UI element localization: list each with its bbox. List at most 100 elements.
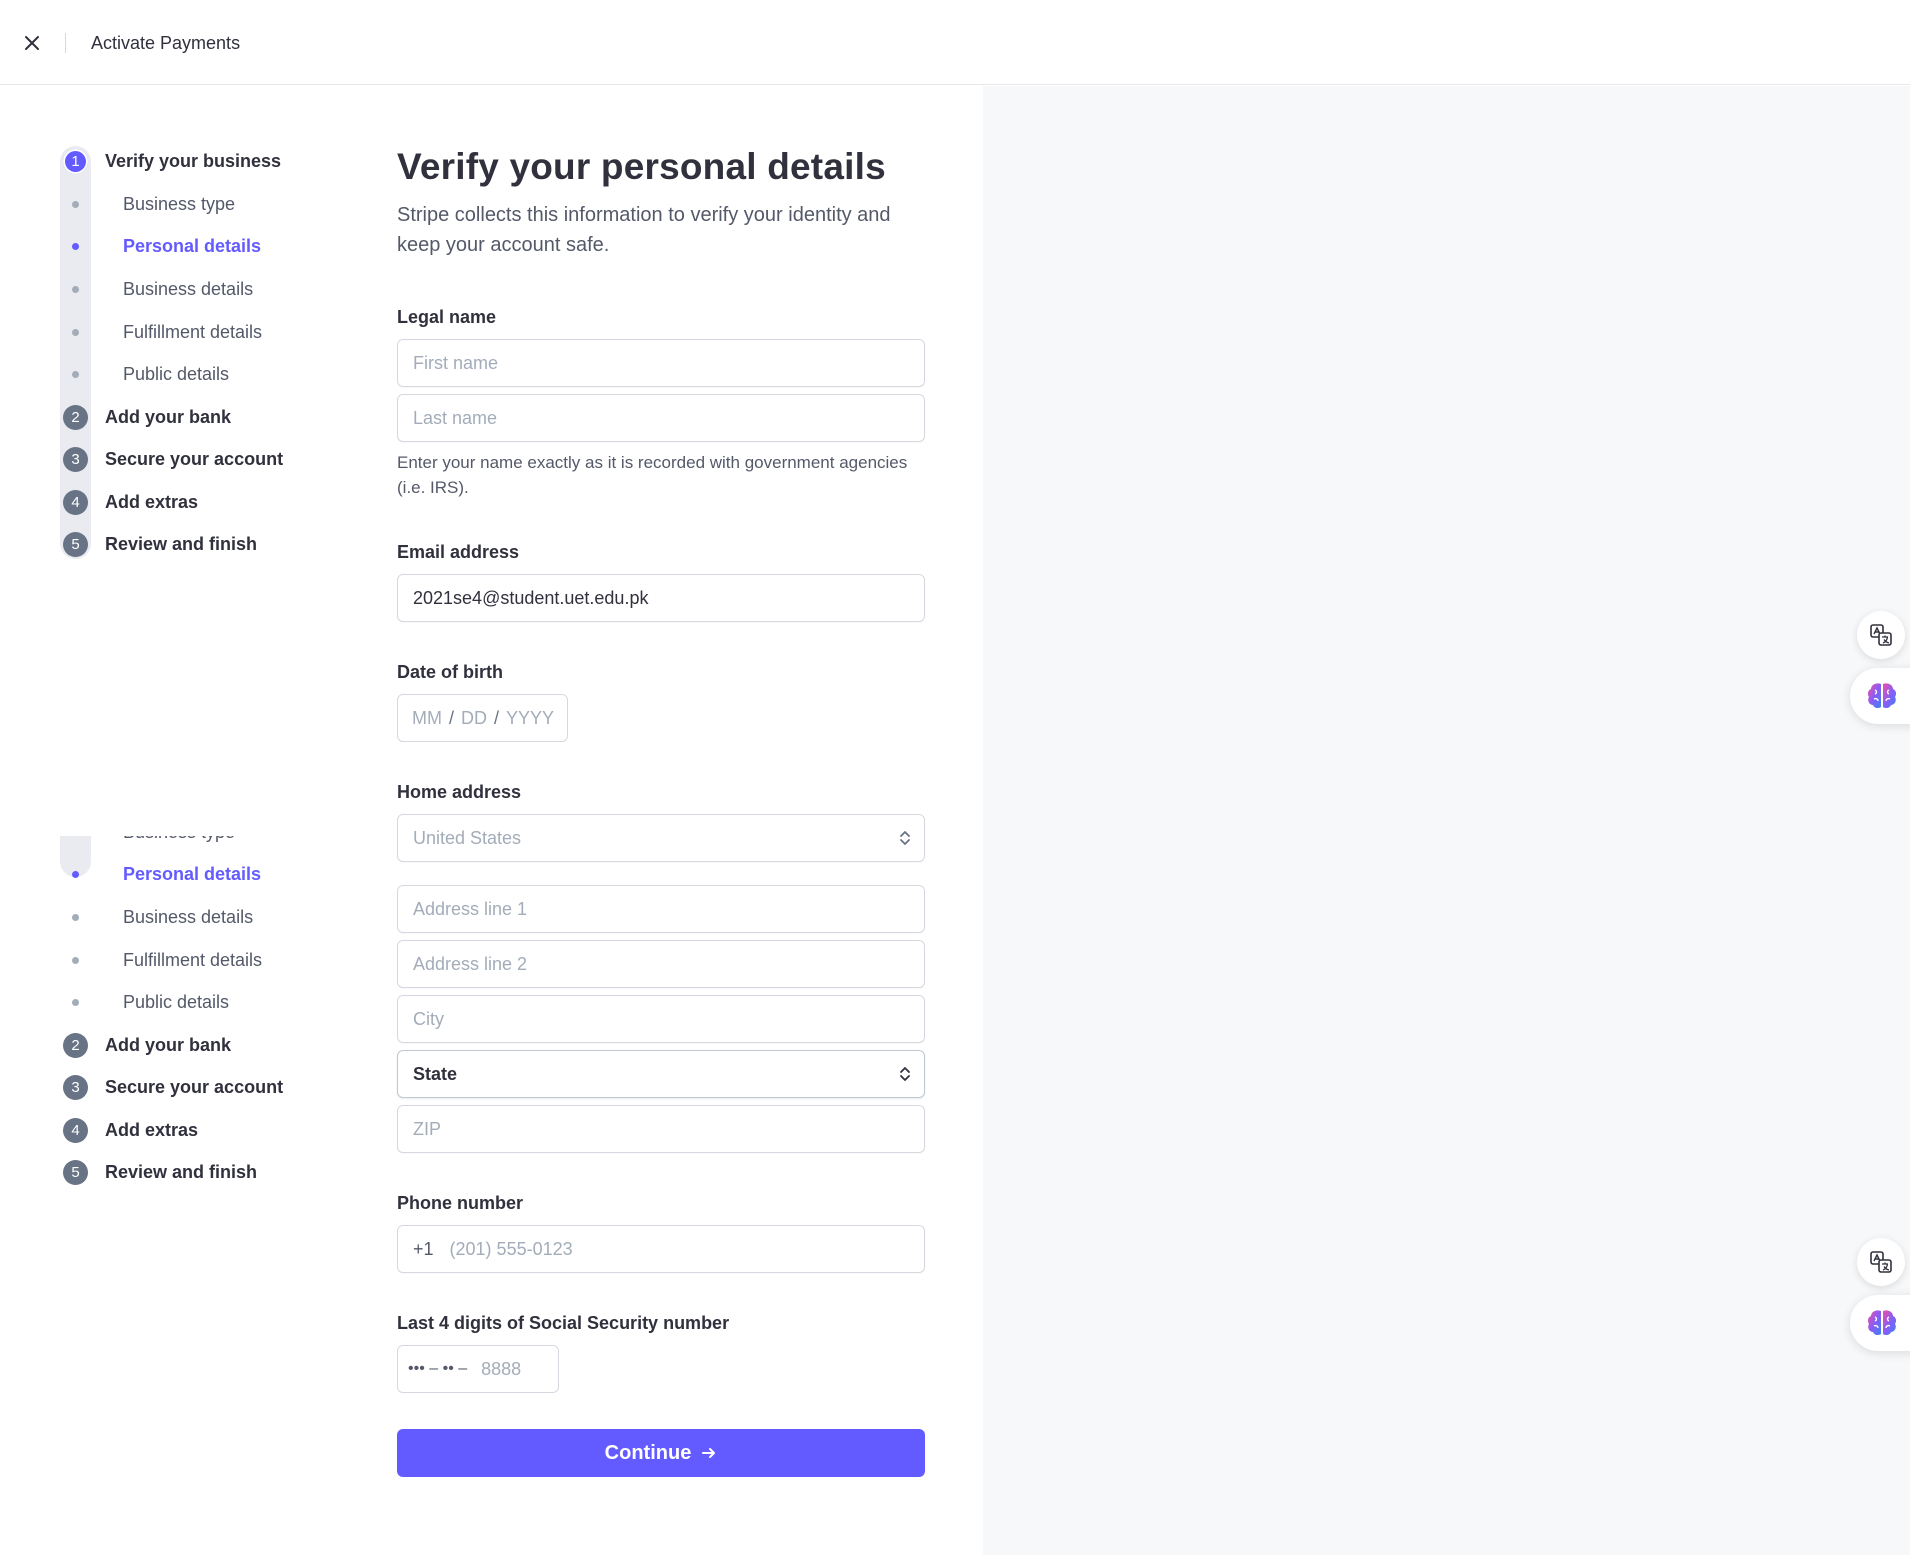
step-number-badge: 5 bbox=[63, 1159, 88, 1185]
step-number-badge: 2 bbox=[63, 1032, 88, 1058]
step-number-badge: 4 bbox=[63, 1117, 88, 1143]
first-name-input[interactable]: First name bbox=[397, 339, 925, 387]
country-select[interactable]: United States bbox=[397, 814, 925, 862]
translate-icon bbox=[1870, 1251, 1892, 1273]
substep-label: Business details bbox=[123, 906, 254, 927]
substep-dot bbox=[72, 200, 79, 208]
header-divider bbox=[65, 33, 66, 53]
brain-icon bbox=[1867, 1310, 1897, 1336]
substep-fulfillment-details[interactable]: Fulfillment details bbox=[60, 317, 360, 347]
substep-dot bbox=[72, 285, 79, 293]
substep-dot bbox=[72, 242, 79, 250]
preview-panel bbox=[983, 86, 1910, 1555]
substep-personal-details[interactable]: Personal details bbox=[60, 231, 360, 261]
substep-dot bbox=[72, 913, 79, 921]
step-review-finish[interactable]: 5 Review and finish bbox=[60, 1157, 360, 1187]
substep-public-details[interactable]: Public details bbox=[60, 359, 360, 389]
substep-business-type[interactable]: Business type bbox=[60, 836, 360, 847]
step-label: Secure your account bbox=[105, 1076, 284, 1097]
country-value: United States bbox=[413, 827, 522, 848]
ssn-mask: ••• – •• – bbox=[408, 1360, 468, 1377]
ai-assistant-widget[interactable] bbox=[1850, 668, 1910, 724]
close-icon bbox=[25, 36, 39, 50]
step-add-bank[interactable]: 2 Add your bank bbox=[60, 1030, 360, 1060]
step-add-extras[interactable]: 4 Add extras bbox=[60, 1115, 360, 1145]
substep-label: Personal details bbox=[123, 235, 262, 256]
step-number-badge: 2 bbox=[63, 404, 88, 430]
substep-business-details[interactable]: Business details bbox=[60, 274, 360, 304]
substep-label: Business type bbox=[123, 836, 235, 843]
phone-country-code: +1 bbox=[413, 1238, 434, 1259]
substep-label: Business type bbox=[123, 193, 236, 214]
continue-button[interactable]: Continue bbox=[397, 1429, 925, 1477]
step-number-badge: 3 bbox=[63, 446, 88, 472]
form-title: Verify your personal details bbox=[397, 146, 886, 187]
dob-separator: / bbox=[449, 707, 455, 728]
chevron-updown-icon bbox=[900, 831, 910, 845]
city-input[interactable]: City bbox=[397, 995, 925, 1043]
substep-label: Business details bbox=[123, 278, 254, 299]
substep-dot bbox=[72, 998, 79, 1006]
substep-dot bbox=[72, 328, 79, 336]
ssn-placeholder: 8888 bbox=[481, 1358, 522, 1379]
home-address-label: Home address bbox=[397, 782, 522, 802]
dob-year: YYYY bbox=[506, 707, 555, 728]
step-label: Add extras bbox=[105, 1119, 199, 1140]
substep-public-details[interactable]: Public details bbox=[60, 987, 360, 1017]
legal-name-help: Enter your name exactly as it is recorde… bbox=[397, 453, 908, 497]
step-number-badge: 5 bbox=[63, 531, 88, 557]
close-button[interactable] bbox=[18, 29, 46, 57]
dob-input[interactable]: MM / DD / YYYY bbox=[397, 694, 568, 742]
substep-label: Public details bbox=[123, 363, 230, 384]
substep-personal-details[interactable]: Personal details bbox=[60, 859, 360, 889]
last-name-input[interactable]: Last name bbox=[397, 394, 925, 442]
brain-icon bbox=[1867, 683, 1897, 709]
step-number-badge: 1 bbox=[63, 148, 88, 174]
dob-month: MM bbox=[412, 707, 442, 728]
step-label: Add extras bbox=[105, 491, 199, 512]
step-number-badge: 3 bbox=[63, 1074, 88, 1100]
ssn-last4-input[interactable]: ••• – •• – 8888 bbox=[397, 1345, 559, 1393]
page-title: Activate Payments bbox=[91, 33, 241, 53]
progress-stepper-sticky: Business type Personal details Business … bbox=[60, 836, 360, 1191]
step-review-finish[interactable]: 5 Review and finish bbox=[60, 529, 360, 559]
dob-day: DD bbox=[461, 707, 488, 728]
form-subtitle: Stripe collects this information to veri… bbox=[397, 204, 891, 256]
phone-placeholder: (201) 555-0123 bbox=[449, 1238, 573, 1259]
chevron-updown-icon bbox=[900, 1067, 910, 1081]
state-select[interactable]: State bbox=[397, 1050, 925, 1098]
ssn-label: Last 4 digits of Social Security number bbox=[397, 1313, 730, 1333]
step-verify-business[interactable]: 1 Verify your business bbox=[60, 146, 360, 176]
substep-fulfillment-details[interactable]: Fulfillment details bbox=[60, 945, 360, 975]
address-line1-input[interactable]: Address line 1 bbox=[397, 885, 925, 933]
step-label: Secure your account bbox=[105, 448, 284, 469]
translate-widget-button[interactable] bbox=[1857, 1238, 1905, 1286]
substep-label: Personal details bbox=[123, 863, 262, 884]
step-label: Verify your business bbox=[105, 150, 282, 171]
substep-label: Fulfillment details bbox=[123, 321, 263, 342]
continue-label: Continue bbox=[604, 1441, 692, 1464]
substep-business-type[interactable]: Business type bbox=[60, 189, 360, 219]
phone-label: Phone number bbox=[397, 1193, 524, 1213]
top-bar: Activate Payments bbox=[0, 0, 1910, 85]
step-label: Review and finish bbox=[105, 1161, 258, 1182]
translate-widget-button[interactable] bbox=[1857, 611, 1905, 659]
dob-label: Date of birth bbox=[397, 662, 503, 682]
substep-business-details[interactable]: Business details bbox=[60, 902, 360, 932]
email-input[interactable]: 2021se4@student.uet.edu.pk bbox=[397, 574, 925, 622]
zip-input[interactable]: ZIP bbox=[397, 1105, 925, 1153]
step-secure-account[interactable]: 3 Secure your account bbox=[60, 444, 360, 474]
step-add-extras[interactable]: 4 Add extras bbox=[60, 487, 360, 517]
step-number-badge: 4 bbox=[63, 489, 88, 515]
step-add-bank[interactable]: 2 Add your bank bbox=[60, 402, 360, 432]
state-value: State bbox=[413, 1063, 458, 1084]
address-line2-input[interactable]: Address line 2 bbox=[397, 940, 925, 988]
step-secure-account[interactable]: 3 Secure your account bbox=[60, 1072, 360, 1102]
ai-assistant-widget[interactable] bbox=[1850, 1295, 1910, 1351]
phone-input[interactable]: +1 (201) 555-0123 bbox=[397, 1225, 925, 1273]
dob-separator: / bbox=[494, 707, 500, 728]
legal-name-label: Legal name bbox=[397, 307, 497, 327]
substep-dot bbox=[72, 370, 79, 378]
substep-dot bbox=[72, 956, 79, 964]
arrow-right-icon bbox=[701, 1445, 717, 1461]
